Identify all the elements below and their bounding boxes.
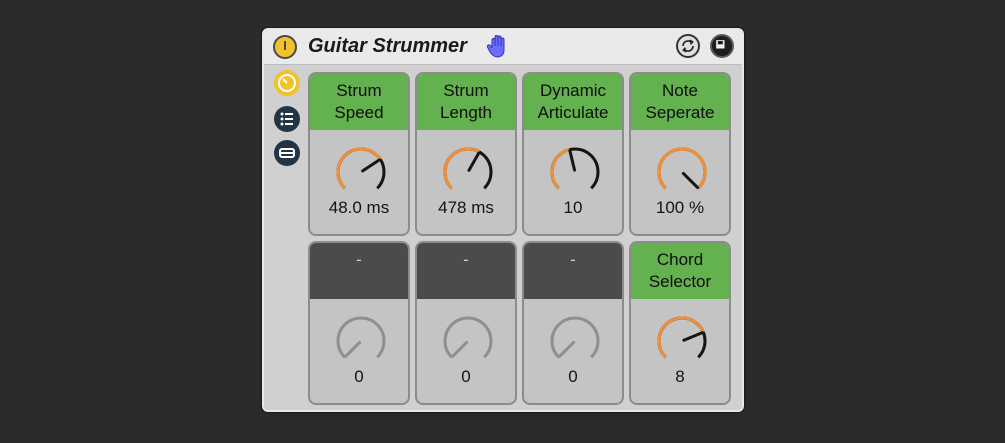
macro-value: 10 xyxy=(563,198,583,217)
macro-label-line: Strum xyxy=(443,81,489,100)
macro-value: 478 ms xyxy=(438,198,494,217)
knob-value-arc xyxy=(443,147,481,190)
macro-value: 100 % xyxy=(655,198,705,217)
macro-knob[interactable] xyxy=(652,311,712,371)
knob-needle xyxy=(467,151,481,172)
knob-needle xyxy=(557,340,576,359)
macro-panel: -0 xyxy=(415,241,517,405)
macro-label[interactable]: - xyxy=(310,243,408,299)
macro-knob[interactable] xyxy=(545,142,605,202)
macro-mapping-icon[interactable] xyxy=(274,70,300,96)
knob-track xyxy=(336,316,386,359)
macro-panel: Note Seperate 100 % xyxy=(629,72,731,236)
knob-needle xyxy=(681,171,700,190)
macro-label-line: - xyxy=(570,250,576,269)
knob-value-arc xyxy=(336,147,382,190)
macro-label[interactable]: Dynamic Articulate xyxy=(524,74,622,130)
macro-panel: Chord Selector 8 xyxy=(629,241,731,405)
knob-needle xyxy=(568,149,577,172)
macro-label[interactable]: - xyxy=(417,243,515,299)
macro-value: 48.0 ms xyxy=(328,198,390,217)
macro-panel: -0 xyxy=(522,241,624,405)
knob-needle xyxy=(361,158,381,173)
macro-knob[interactable] xyxy=(331,142,391,202)
device-title: Guitar Strummer xyxy=(308,35,467,57)
macro-panel: Strum Length 478 ms xyxy=(415,72,517,236)
macro-label-line: Chord xyxy=(656,250,704,269)
knob-value-arc xyxy=(550,148,571,190)
macro-value: 0 xyxy=(354,367,364,386)
macro-label[interactable]: Chord Selector xyxy=(631,243,729,299)
macro-panel: -0 xyxy=(308,241,410,405)
macro-label-line: - xyxy=(463,250,469,269)
hand-icon[interactable] xyxy=(486,34,510,60)
knob-track xyxy=(550,316,600,359)
macro-label-line: - xyxy=(356,250,362,269)
macro-knob[interactable] xyxy=(652,142,712,202)
knob-needle xyxy=(343,340,362,359)
power-icon[interactable] xyxy=(273,35,297,59)
macro-label-line: Length xyxy=(440,103,492,122)
knob-track xyxy=(443,316,493,359)
knob-value-arc xyxy=(657,147,707,190)
macro-knob[interactable] xyxy=(438,311,498,371)
device-rack: Guitar Strummer Strum Speed 48.0 ms Strum Le… xyxy=(262,28,744,412)
macro-knob[interactable] xyxy=(545,311,605,371)
knob-value-arc xyxy=(657,316,705,359)
macro-label-line: Note xyxy=(662,81,698,100)
knob-needle xyxy=(682,331,704,342)
macro-label-line: Articulate xyxy=(537,103,609,122)
macro-label[interactable]: Strum Speed xyxy=(310,74,408,130)
macro-panel: Dynamic Articulate 10 xyxy=(522,72,624,236)
macro-knob[interactable] xyxy=(438,142,498,202)
macro-label-line: Strum xyxy=(336,81,382,100)
hot-swap-icon[interactable] xyxy=(676,34,700,58)
macro-label[interactable]: Note Seperate xyxy=(631,74,729,130)
macro-panel: Strum Speed 48.0 ms xyxy=(308,72,410,236)
macro-label-line: Seperate xyxy=(645,103,715,122)
save-preset-icon[interactable] xyxy=(710,34,734,58)
macro-knob[interactable] xyxy=(331,311,391,371)
macro-label-line: Selector xyxy=(648,272,712,291)
chain-icon[interactable] xyxy=(274,140,300,166)
macro-value: 0 xyxy=(461,367,471,386)
macro-value: 8 xyxy=(675,367,685,386)
knob-needle xyxy=(450,340,469,359)
macro-label[interactable]: Strum Length xyxy=(417,74,515,130)
macro-label-line: Speed xyxy=(334,103,384,122)
device-titlebar: Guitar Strummer xyxy=(264,30,742,65)
macro-label[interactable]: - xyxy=(524,243,622,299)
list-icon[interactable] xyxy=(274,106,300,132)
macro-value: 0 xyxy=(568,367,578,386)
macro-label-line: Dynamic xyxy=(539,81,607,100)
